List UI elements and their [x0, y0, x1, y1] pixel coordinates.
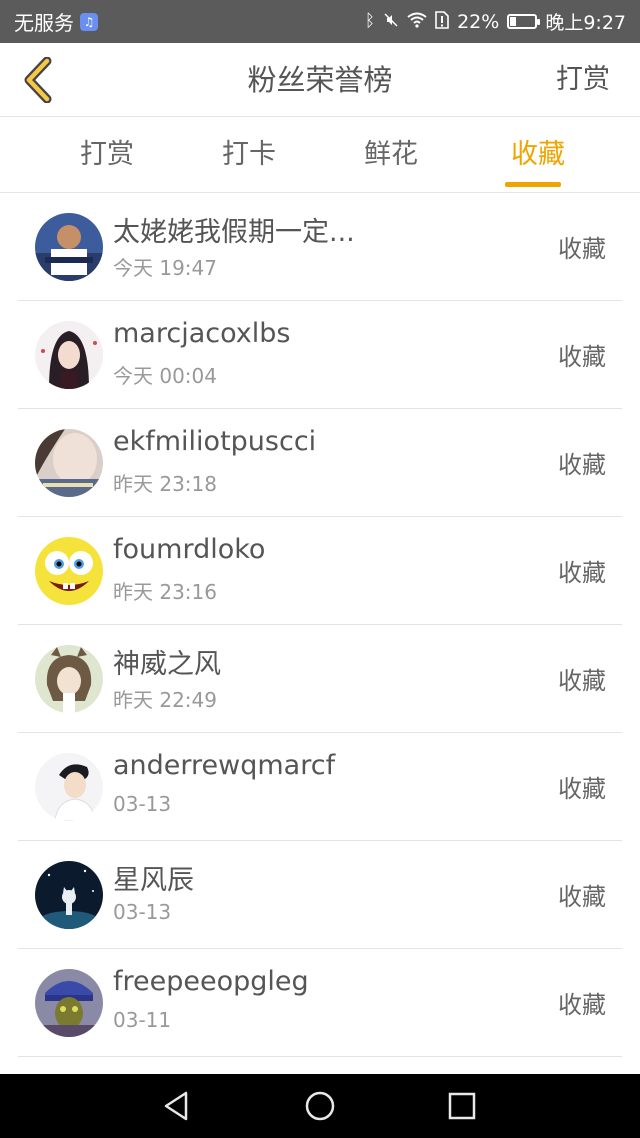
fan-list: 太姥姥我假期一定... 今天 19:47 收藏 marcjacoxlbs 今天 …	[0, 193, 640, 1074]
back-triangle-icon[interactable]	[160, 1088, 196, 1124]
home-circle-icon[interactable]	[302, 1088, 338, 1124]
clock-time: 晚上9:27	[545, 12, 626, 34]
user-name: freepeeopgleg	[113, 966, 309, 997]
tab-bar: 打赏 打卡 鲜花 收藏	[0, 117, 640, 193]
avatar	[35, 645, 103, 713]
list-item[interactable]: foumrdloko 昨天 23:16 收藏	[18, 517, 622, 625]
system-navigation-bar	[0, 1074, 640, 1138]
avatar	[35, 213, 103, 281]
user-name: 神威之风	[113, 649, 221, 680]
status-bar: 无服务 ♫ ᛒ 22% 晚上9:27	[0, 0, 640, 43]
list-item[interactable]	[18, 1057, 622, 1074]
battery-icon	[507, 14, 541, 29]
mute-icon	[383, 12, 399, 32]
user-name: marcjacoxlbs	[113, 318, 291, 349]
bluetooth-icon: ᛒ	[364, 11, 376, 31]
battery-percent: 22%	[457, 10, 500, 33]
user-name: 太姥姥我假期一定...	[113, 217, 355, 248]
timestamp: 昨天 23:16	[113, 580, 217, 604]
list-item[interactable]: ekfmiliotpuscci 昨天 23:18 收藏	[18, 409, 622, 517]
favorite-label: 收藏	[558, 559, 606, 587]
timestamp: 03-11	[113, 1008, 172, 1032]
favorite-label: 收藏	[558, 235, 606, 263]
avatar	[35, 429, 103, 497]
tab-flowers[interactable]: 鲜花	[331, 117, 451, 193]
tab-favorites[interactable]: 收藏	[478, 117, 598, 193]
carrier-text: 无服务	[14, 11, 74, 35]
favorite-label: 收藏	[558, 343, 606, 371]
list-item[interactable]: anderrewqmarcf 03-13 收藏	[18, 733, 622, 841]
list-item[interactable]: freepeeopgleg 03-11 收藏	[18, 949, 622, 1057]
avatar	[35, 753, 103, 821]
timestamp: 今天 00:04	[113, 364, 217, 388]
reward-button[interactable]: 打赏	[556, 43, 610, 117]
avatar	[35, 861, 103, 929]
avatar	[35, 537, 103, 605]
timestamp: 03-13	[113, 792, 172, 816]
user-name: foumrdloko	[113, 534, 266, 565]
timestamp: 昨天 22:49	[113, 688, 217, 712]
favorite-label: 收藏	[558, 883, 606, 911]
header-bar: 粉丝荣誉榜 打赏	[0, 43, 640, 117]
list-item[interactable]: 神威之风 昨天 22:49 收藏	[18, 625, 622, 733]
recents-square-icon[interactable]	[444, 1088, 480, 1124]
timestamp: 今天 19:47	[113, 256, 217, 280]
user-name: anderrewqmarcf	[113, 750, 336, 781]
user-name: ekfmiliotpuscci	[113, 426, 317, 457]
favorite-label: 收藏	[558, 667, 606, 695]
list-item[interactable]: 太姥姥我假期一定... 今天 19:47 收藏	[18, 193, 622, 301]
list-item[interactable]: marcjacoxlbs 今天 00:04 收藏	[18, 301, 622, 409]
avatar	[35, 321, 103, 389]
page-title: 粉丝荣誉榜	[247, 63, 393, 97]
favorite-label: 收藏	[558, 991, 606, 1019]
favorite-label: 收藏	[558, 775, 606, 803]
wifi-icon	[407, 12, 427, 32]
favorite-label: 收藏	[558, 451, 606, 479]
timestamp: 昨天 23:18	[113, 472, 217, 496]
list-item[interactable]: 星风辰 03-13 收藏	[18, 841, 622, 949]
active-tab-indicator	[505, 182, 561, 187]
tab-reward[interactable]: 打赏	[47, 117, 167, 193]
user-name: 星风辰	[113, 865, 194, 896]
tab-checkin[interactable]: 打卡	[189, 117, 309, 193]
avatar	[35, 969, 103, 1037]
music-notification-icon: ♫	[80, 12, 98, 31]
timestamp: 03-13	[113, 900, 172, 924]
sim-alert-icon	[435, 10, 449, 33]
